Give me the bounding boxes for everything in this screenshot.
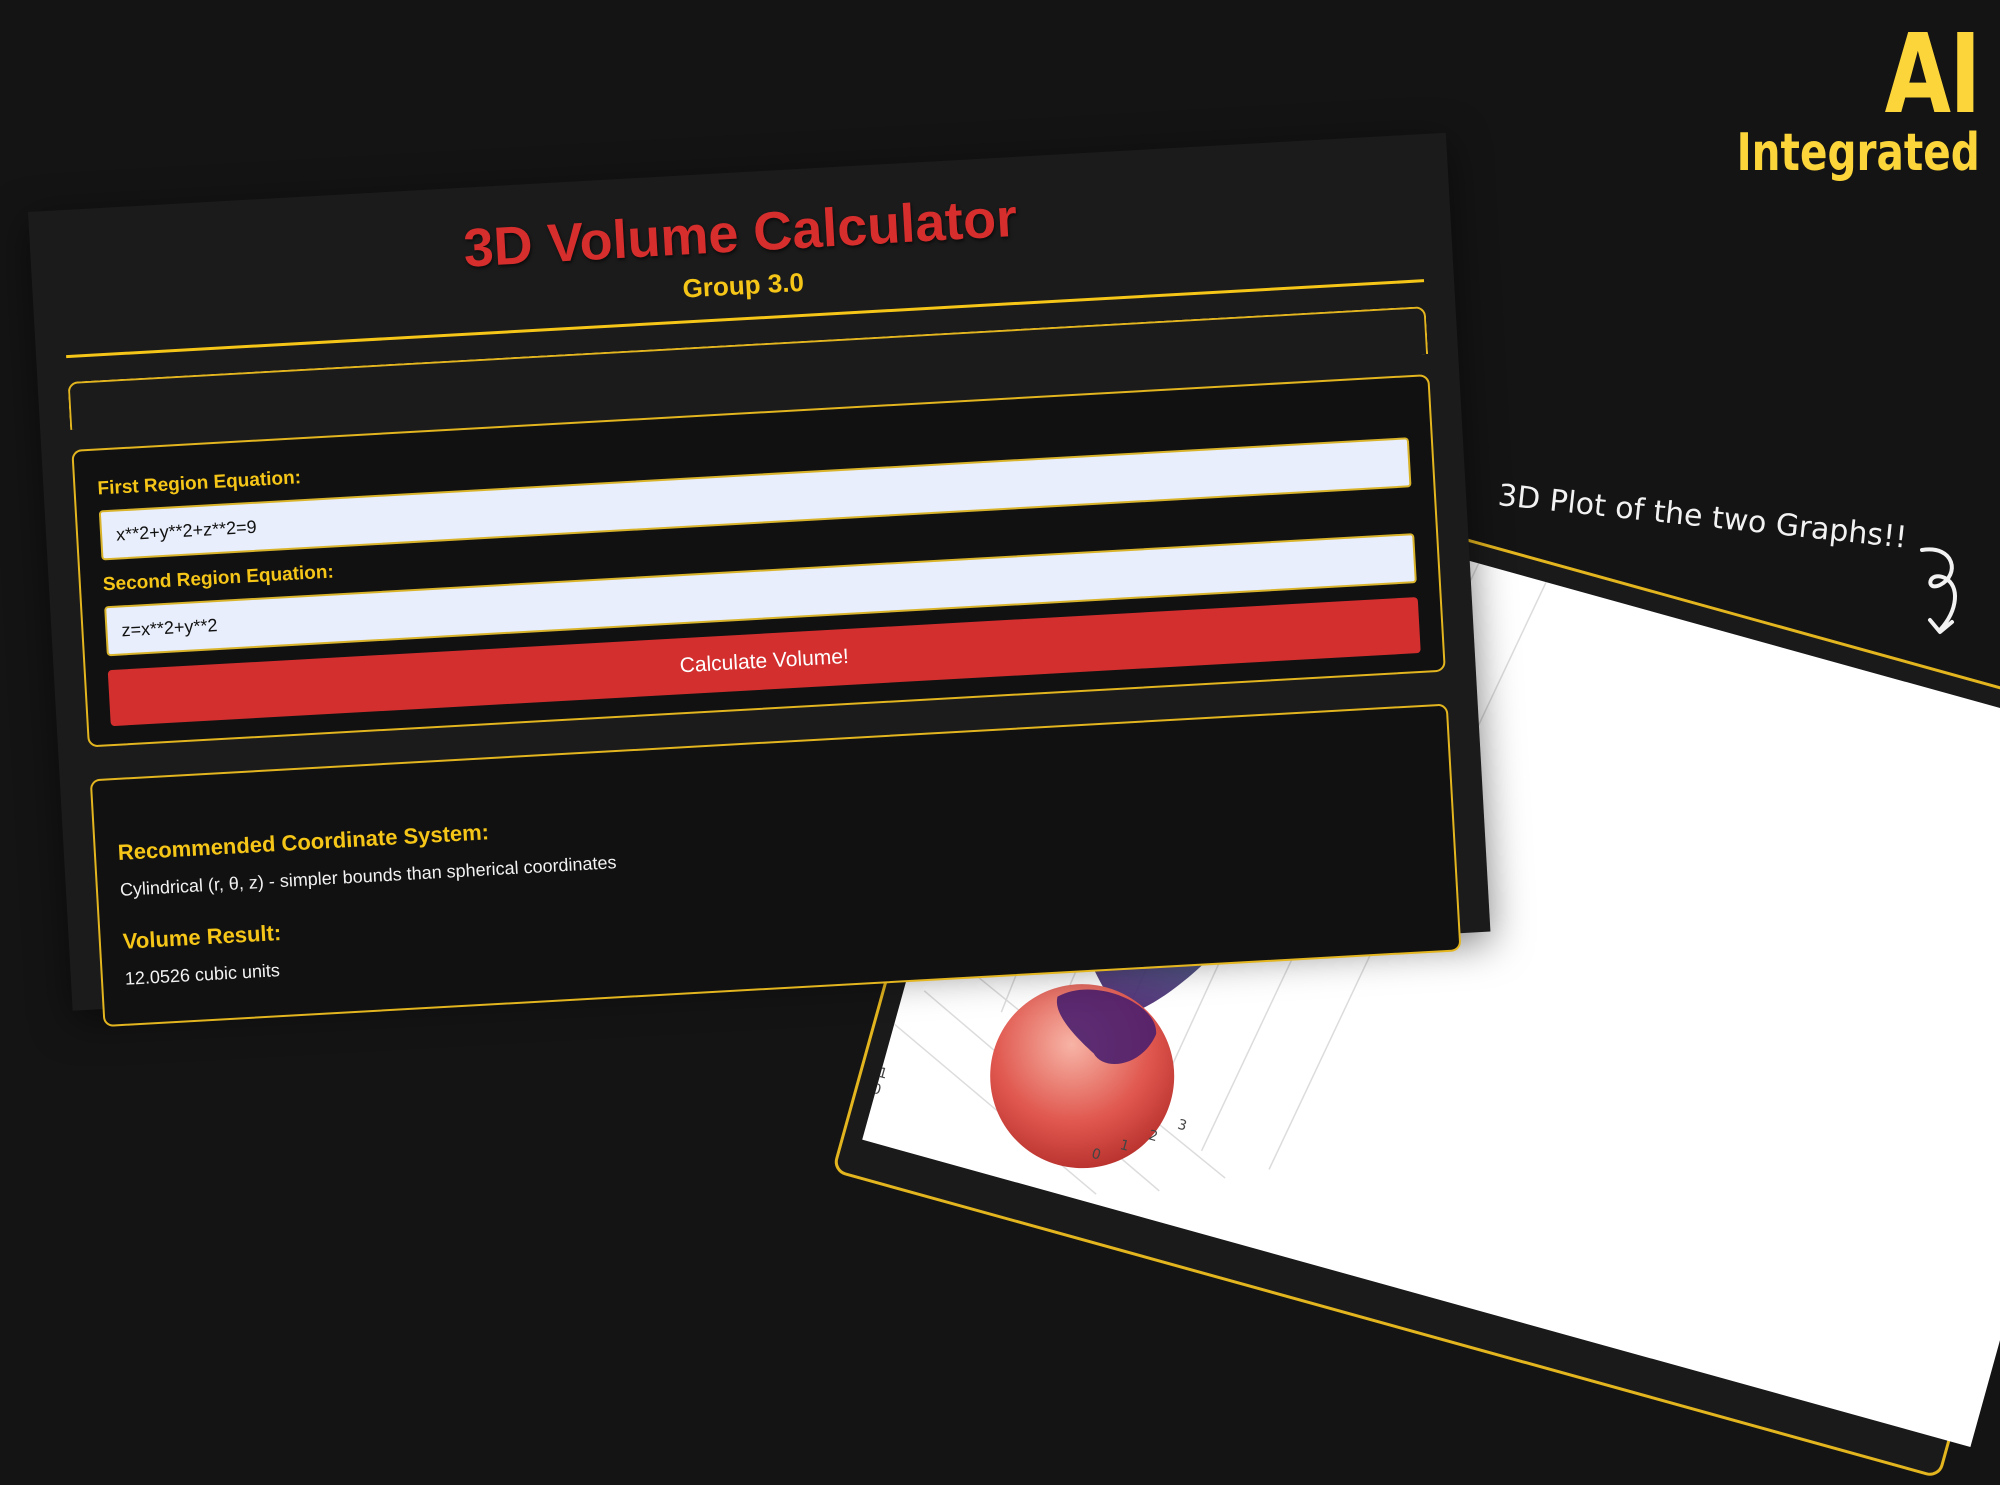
brand-integrated: Integrated (1736, 122, 1980, 183)
plot-caption: 3D Plot of the two Graphs!! (1496, 478, 1909, 556)
brand-ai: AI (1884, 10, 1982, 138)
curved-arrow-icon (1920, 547, 1958, 634)
calculator-window: 3D Volume Calculator Group 3.0 First Reg… (28, 132, 1491, 1028)
brand-logo: AI Integrated (1668, 10, 1982, 183)
tick-label: 0 (870, 1081, 883, 1099)
tick-label: −2 (863, 1040, 887, 1061)
equation-form: First Region Equation: Second Region Equ… (71, 374, 1446, 748)
tick-label: −1 (865, 1062, 889, 1083)
tick-label: 3 (1176, 1117, 1189, 1135)
tick-label: −3 (862, 1019, 884, 1040)
